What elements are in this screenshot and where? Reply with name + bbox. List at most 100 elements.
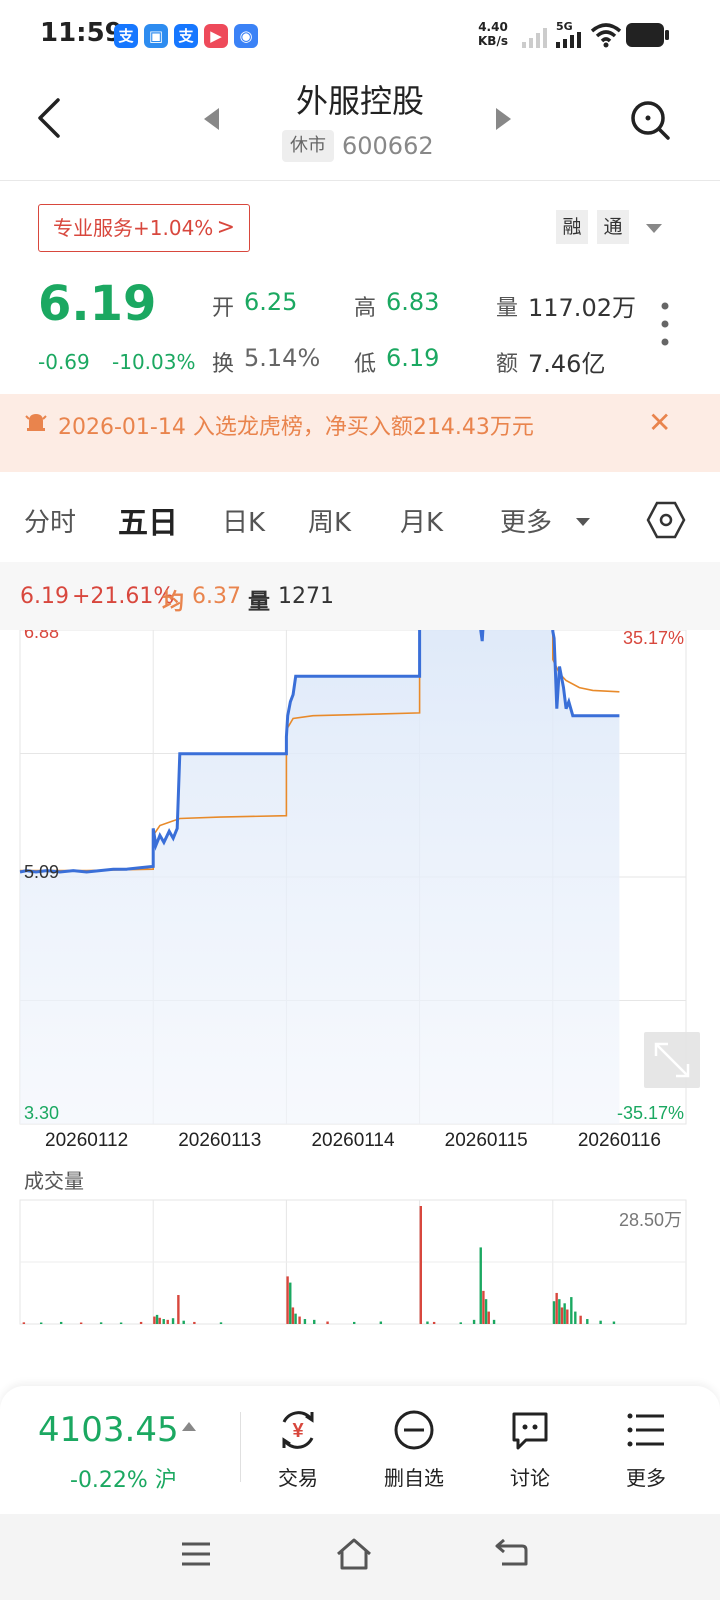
- more-button[interactable]: 更多: [596, 1462, 696, 1491]
- tab-five-day[interactable]: 五日: [118, 498, 178, 542]
- volume-bar: [459, 1322, 462, 1324]
- amount-value: 7.46亿: [528, 350, 606, 378]
- net-speed-unit: KB/s: [478, 34, 508, 48]
- volume-bar: [286, 1276, 289, 1324]
- volume-bar: [432, 1321, 436, 1324]
- chevron-up-icon[interactable]: [182, 1422, 196, 1431]
- volume-bar: [492, 1319, 496, 1324]
- turnover-label: 换: [212, 352, 235, 377]
- volume-bar: [484, 1299, 488, 1324]
- trade-yuan-icon[interactable]: ¥: [276, 1408, 320, 1452]
- volume-bar: [119, 1322, 123, 1324]
- battery-icon: [626, 23, 669, 47]
- recent-apps-icon[interactable]: [176, 1534, 216, 1574]
- tab-monthly-k[interactable]: 月K: [400, 502, 443, 539]
- expand-fullscreen-button[interactable]: [644, 1032, 700, 1088]
- pro-service-label: 专业服务+1.04%: [53, 216, 214, 240]
- volume-bar: [560, 1307, 564, 1324]
- connect-chip[interactable]: 通: [597, 210, 629, 244]
- margin-chip[interactable]: 融: [556, 210, 588, 244]
- open-label: 开: [212, 296, 235, 321]
- volume-max-label: 28.50万: [619, 1210, 682, 1230]
- tab-weekly-k[interactable]: 周K: [308, 502, 351, 539]
- volume-bar: [182, 1320, 185, 1324]
- chevron-down-icon[interactable]: [646, 224, 662, 233]
- chevron-down-icon[interactable]: [576, 518, 590, 526]
- pro-service-button[interactable]: 专业服务+1.04% >: [38, 204, 250, 252]
- date-label: 20260115: [445, 1130, 528, 1151]
- alipay-icon: 支: [174, 24, 198, 48]
- pct-axis-top: 35.17%: [623, 630, 684, 648]
- volume-bar: [579, 1315, 582, 1324]
- discussion-button[interactable]: 讨论: [480, 1462, 580, 1491]
- volume-bar: [419, 1206, 422, 1324]
- price-change: -0.69: [38, 350, 90, 374]
- open-value: 6.25: [244, 288, 298, 316]
- discussion-icon[interactable]: [508, 1408, 552, 1452]
- settings-hexagon-icon[interactable]: [646, 500, 686, 540]
- remove-watchlist-icon[interactable]: [392, 1408, 436, 1452]
- high-value: 6.83: [386, 288, 440, 316]
- alipay-icon: 支: [114, 24, 138, 48]
- status-time: 11:59: [40, 18, 123, 48]
- volume-bars: [22, 1206, 616, 1324]
- volume-bar: [177, 1295, 180, 1324]
- tab-daily-k[interactable]: 日K: [222, 502, 265, 539]
- volume-bar: [153, 1316, 156, 1324]
- volume-bar: [155, 1314, 159, 1324]
- prev-stock-button[interactable]: [204, 108, 219, 130]
- volume-bar: [353, 1321, 356, 1324]
- stock-code: 600662: [342, 132, 434, 160]
- index-change[interactable]: -0.22% 沪: [70, 1462, 177, 1494]
- volume-bar: [426, 1321, 429, 1324]
- wifi-icon: [590, 23, 622, 48]
- more-vertical-icon[interactable]: [660, 300, 670, 350]
- bottom-divider: [240, 1412, 241, 1482]
- low-value: 6.19: [386, 344, 440, 372]
- volume-bar: [586, 1319, 589, 1324]
- menu-list-icon[interactable]: [624, 1408, 668, 1452]
- tab-more[interactable]: 更多: [500, 502, 552, 539]
- strip-price: 6.19: [20, 584, 69, 609]
- price-axis-bottom: 3.30: [24, 1103, 59, 1123]
- remove-watchlist-button[interactable]: 删自选: [364, 1462, 464, 1491]
- volume-bar: [326, 1321, 329, 1324]
- volume-bar: [166, 1319, 169, 1324]
- volume-bar: [158, 1317, 161, 1324]
- tab-intraday[interactable]: 分时: [24, 502, 76, 539]
- search-icon[interactable]: [628, 98, 672, 142]
- volume-bar: [139, 1321, 143, 1324]
- index-change-pct: -0.22%: [70, 1468, 148, 1493]
- net-speed-value: 4.40: [478, 20, 508, 34]
- date-label: 20260112: [45, 1130, 128, 1151]
- volume-bar: [39, 1322, 43, 1324]
- volume-label: 量: [496, 296, 519, 321]
- volume-bar: [22, 1322, 26, 1324]
- volume-bar: [566, 1309, 569, 1324]
- trade-button[interactable]: 交易: [248, 1462, 348, 1491]
- volume-bar: [162, 1319, 165, 1324]
- volume-bar: [479, 1247, 482, 1324]
- date-axis: 20260112 20260113 20260114 20260115 20260116: [45, 1130, 661, 1151]
- pct-axis-bottom: -35.17%: [617, 1103, 684, 1123]
- header-divider: [0, 180, 720, 181]
- date-label: 20260116: [578, 1130, 661, 1151]
- price-axis-top: 6.88: [24, 630, 59, 642]
- volume-bar: [612, 1321, 616, 1324]
- close-icon[interactable]: ✕: [648, 406, 671, 439]
- volume-bar: [219, 1322, 223, 1324]
- strip-vol-value: 1271: [278, 584, 334, 609]
- volume-bar: [294, 1313, 297, 1324]
- price-area: [20, 630, 620, 1124]
- volume-bar: [59, 1321, 63, 1324]
- current-price: 6.19: [38, 276, 157, 332]
- home-icon[interactable]: [334, 1534, 374, 1574]
- strip-vol-label: 量: [248, 590, 271, 615]
- volume-title: 成交量: [24, 1169, 84, 1193]
- volume-bar: [487, 1311, 490, 1324]
- back-nav-icon[interactable]: [492, 1534, 532, 1574]
- next-stock-button[interactable]: [496, 108, 511, 130]
- five-day-chart[interactable]: 6.88 5.09 3.30 35.17% -35.17% 20260112 20…: [0, 630, 720, 1350]
- index-value[interactable]: 4103.45: [38, 1410, 179, 1450]
- chevron-right-icon: >: [216, 215, 235, 240]
